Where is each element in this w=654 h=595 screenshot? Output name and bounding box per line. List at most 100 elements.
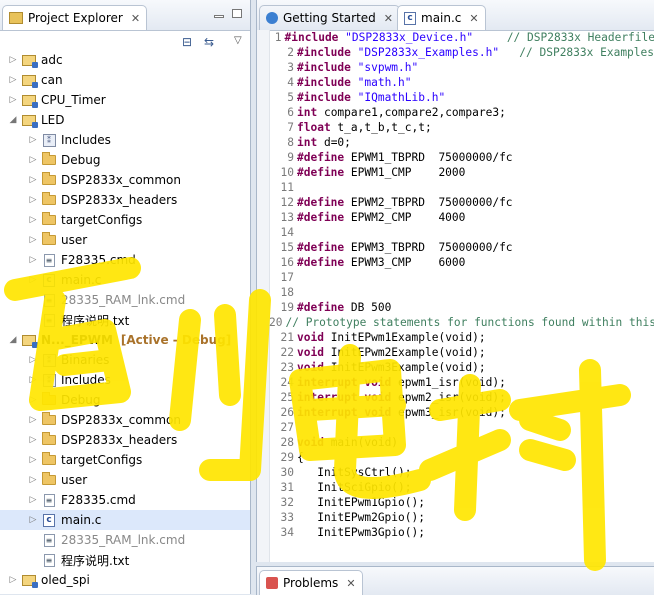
tree-item[interactable]: ▷ ⁑ Binaries bbox=[0, 350, 250, 370]
collapsed-arrow-icon[interactable]: ▷ bbox=[8, 75, 18, 85]
code-line: 13 #define EPWM2_CMP 4000 bbox=[269, 210, 654, 225]
collapsed-arrow-icon[interactable]: ▷ bbox=[28, 495, 38, 505]
close-icon[interactable]: ✕ bbox=[384, 12, 393, 25]
collapsed-arrow-icon[interactable]: ▷ bbox=[28, 195, 38, 205]
tree-item[interactable]: ▷ can bbox=[0, 70, 250, 90]
collapsed-arrow-icon[interactable]: ▷ bbox=[28, 235, 38, 245]
tab-problems[interactable]: Problems ✕ bbox=[259, 570, 363, 595]
line-number: 13 bbox=[280, 211, 294, 224]
close-icon[interactable]: ✕ bbox=[346, 577, 355, 590]
folder-icon bbox=[41, 192, 57, 207]
tab-main-c[interactable]: c main.c ✕ bbox=[397, 5, 486, 30]
tree-item[interactable]: ◢ N..._EPWM [Active - Debug] bbox=[0, 330, 250, 350]
tree-item[interactable]: ▷ Debug bbox=[0, 150, 250, 170]
collapsed-arrow-icon[interactable]: ▷ bbox=[28, 435, 38, 445]
tree-item[interactable]: ◢ LED bbox=[0, 110, 250, 130]
tree-item-label: F28335.cmd bbox=[61, 253, 136, 267]
editor-panel: Getting Started ✕ c main.c ✕ 1 #include "DSP2… bbox=[256, 0, 654, 562]
collapsed-arrow-icon[interactable]: ▷ bbox=[28, 355, 38, 365]
close-icon[interactable]: ✕ bbox=[469, 12, 478, 25]
collapsed-arrow-icon[interactable]: ▷ bbox=[28, 155, 38, 165]
tree-item[interactable]: ▷ user bbox=[0, 230, 250, 250]
collapsed-arrow-icon[interactable]: ▷ bbox=[28, 375, 38, 385]
code-token: "math.h" bbox=[357, 76, 412, 89]
close-icon[interactable]: ✕ bbox=[131, 12, 140, 25]
code-token: int bbox=[297, 136, 324, 149]
tree-item-label: DSP2833x_headers bbox=[61, 193, 178, 207]
tree-item[interactable]: ▷ Debug bbox=[0, 390, 250, 410]
code-token: #include bbox=[297, 76, 358, 89]
code-editor[interactable]: 1 #include "DSP2833x_Device.h" // DSP2833… bbox=[257, 30, 654, 562]
tree-item-label: targetConfigs bbox=[61, 213, 143, 227]
code-token: EPWM2_TBPRD 75000000/fc bbox=[350, 196, 513, 209]
tree-item[interactable]: ▷ ⁑ Includes bbox=[0, 370, 250, 390]
tree-item[interactable]: ▷ oled_spi bbox=[0, 570, 250, 590]
collapsed-arrow-icon[interactable]: ▷ bbox=[28, 455, 38, 465]
tree-item[interactable]: ▷ DSP2833x_common bbox=[0, 170, 250, 190]
tree-item[interactable]: ▷ DSP2833x_common bbox=[0, 410, 250, 430]
tree-item-label: DSP2833x_common bbox=[61, 413, 181, 427]
tab-project-explorer[interactable]: Project Explorer ✕ bbox=[2, 5, 148, 30]
line-number: 17 bbox=[280, 271, 294, 284]
tree-item[interactable]: ▷ ⁑ Includes bbox=[0, 130, 250, 150]
tree-item[interactable]: ▷ c main.c bbox=[0, 270, 250, 290]
tree-item-label: user bbox=[61, 473, 88, 487]
tree-item[interactable]: ▷ adc bbox=[0, 50, 250, 70]
tree-item[interactable]: ≡ 程序说明.txt bbox=[0, 550, 250, 570]
tree-item-label: Binaries bbox=[61, 353, 110, 367]
collapse-all-icon[interactable]: ⊟ bbox=[182, 35, 192, 49]
line-number: 3 bbox=[287, 61, 294, 74]
tree-item[interactable]: ▷ DSP2833x_headers bbox=[0, 190, 250, 210]
code-line: 21 void InitEPwm1Example(void); bbox=[269, 330, 654, 345]
collapsed-arrow-icon[interactable]: ▷ bbox=[8, 575, 18, 585]
collapsed-arrow-icon[interactable]: ▷ bbox=[28, 475, 38, 485]
expanded-arrow-icon[interactable]: ◢ bbox=[8, 115, 18, 125]
code-text: void InitEPwm1Example(void); bbox=[297, 330, 486, 345]
tab-label: Project Explorer bbox=[28, 11, 123, 25]
tree-item[interactable]: ▷ ≡ F28335.cmd bbox=[0, 250, 250, 270]
code-token: InitEPwm2Example(void); bbox=[330, 346, 486, 359]
tree-item-label: 28335_RAM_lnk.cmd bbox=[61, 533, 186, 547]
code-token: interrupt void bbox=[297, 391, 399, 404]
line-number: 31 bbox=[280, 481, 294, 494]
link-with-editor-icon[interactable]: ⇆ bbox=[204, 35, 214, 49]
code-line: 34 InitEPwm3Gpio(); bbox=[269, 525, 654, 540]
tree-item[interactable]: ▷ c main.c bbox=[0, 510, 250, 530]
editor-tabs: Getting Started ✕ c main.c ✕ bbox=[257, 0, 654, 31]
tree-item[interactable]: ≡ 28335_RAM_lnk.cmd bbox=[0, 290, 250, 310]
tree-item[interactable]: ▷ targetConfigs bbox=[0, 210, 250, 230]
collapsed-arrow-icon[interactable]: ▷ bbox=[28, 275, 38, 285]
collapsed-arrow-icon[interactable]: ▷ bbox=[28, 175, 38, 185]
code-text: #include "DSP2833x_Examples.h" // DSP283… bbox=[297, 45, 654, 60]
tree-item[interactable]: ▷ ≡ F28335.cmd bbox=[0, 490, 250, 510]
line-number: 23 bbox=[280, 361, 294, 374]
collapsed-arrow-icon[interactable]: ▷ bbox=[28, 135, 38, 145]
project-icon bbox=[21, 93, 38, 108]
expanded-arrow-icon[interactable]: ◢ bbox=[8, 335, 18, 345]
tree-item[interactable]: ▷ targetConfigs bbox=[0, 450, 250, 470]
minimize-icon[interactable] bbox=[214, 15, 224, 18]
collapsed-arrow-icon[interactable]: ▷ bbox=[8, 55, 18, 65]
view-menu-icon[interactable]: ▽ bbox=[234, 35, 242, 46]
collapsed-arrow-icon[interactable]: ▷ bbox=[28, 215, 38, 225]
collapsed-arrow-icon[interactable]: ▷ bbox=[28, 415, 38, 425]
collapsed-arrow-icon[interactable]: ▷ bbox=[8, 95, 18, 105]
tree-item[interactable]: ▷ user bbox=[0, 470, 250, 490]
code-text: interrupt void epwm2_isr(void); bbox=[297, 390, 506, 405]
collapsed-arrow-icon[interactable]: ▷ bbox=[28, 255, 38, 265]
collapsed-arrow-icon[interactable]: ▷ bbox=[28, 395, 38, 405]
tree-item-label: Includes bbox=[61, 133, 111, 147]
code-text: InitEPwm2Gpio(); bbox=[297, 510, 425, 525]
code-line: 18 bbox=[269, 285, 654, 300]
maximize-icon[interactable] bbox=[232, 9, 242, 18]
tab-getting-started[interactable]: Getting Started ✕ bbox=[259, 5, 400, 30]
code-token: void bbox=[297, 346, 331, 359]
tree-item[interactable]: ▷ DSP2833x_headers bbox=[0, 430, 250, 450]
collapsed-arrow-icon[interactable]: ▷ bbox=[28, 515, 38, 525]
tree-item[interactable]: ≡ 程序说明.txt bbox=[0, 310, 250, 330]
file-icon: ≡ bbox=[41, 533, 57, 547]
tree-item[interactable]: ≡ 28335_RAM_lnk.cmd bbox=[0, 530, 250, 550]
tree-item[interactable]: ▷ CPU_Timer bbox=[0, 90, 250, 110]
code-line: 15 #define EPWM3_TBPRD 75000000/fc bbox=[269, 240, 654, 255]
line-number: 10 bbox=[280, 166, 294, 179]
